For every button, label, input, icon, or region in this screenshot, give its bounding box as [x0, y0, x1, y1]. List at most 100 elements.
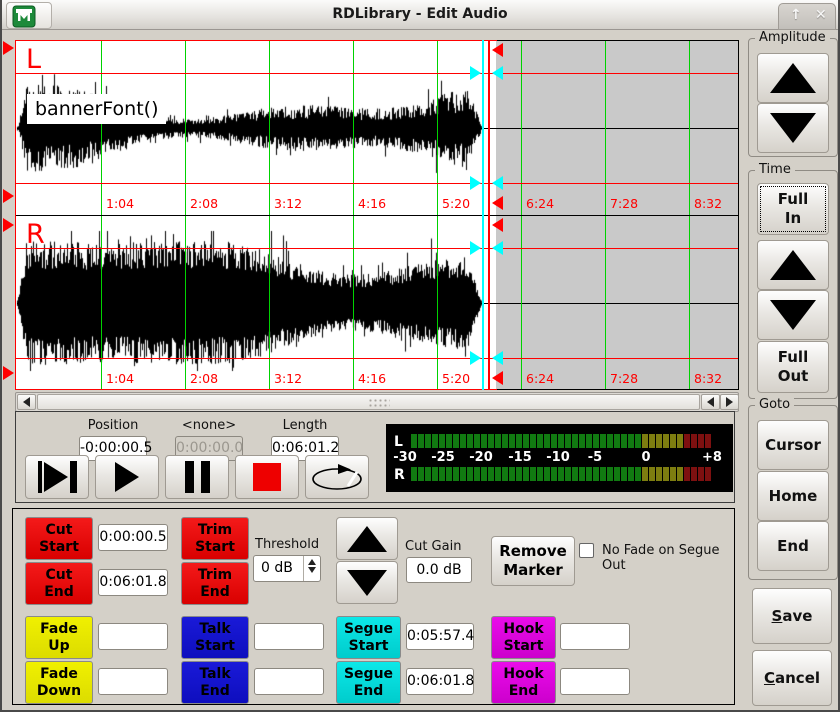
- vu-segment: [600, 434, 606, 448]
- vu-segment: [530, 467, 536, 481]
- vu-segment: [579, 434, 585, 448]
- segue-start-marker-line[interactable]: [482, 40, 484, 390]
- vu-segment: [453, 467, 459, 481]
- threshold-spinbox[interactable]: 0 dB: [253, 555, 321, 582]
- cut-end-marker-line[interactable]: [488, 40, 490, 390]
- goto-cursor-button[interactable]: Cursor: [757, 420, 829, 470]
- segue-end-marker-icon[interactable]: [492, 241, 503, 255]
- cut-end-marker-icon[interactable]: [492, 43, 503, 57]
- no-fade-checkbox[interactable]: [579, 543, 594, 558]
- remove-marker-button[interactable]: Remove Marker: [491, 536, 575, 586]
- hook-start-button[interactable]: Hook Start: [491, 616, 556, 659]
- vu-segment: [579, 467, 585, 481]
- cut-start-marker-icon[interactable]: [3, 41, 14, 55]
- vu-scale: -30-25-20-15-10-50+8: [386, 450, 733, 466]
- scrollbar-thumb[interactable]: [37, 394, 700, 410]
- vu-segment: [691, 434, 697, 448]
- fade-up-field[interactable]: [98, 623, 168, 650]
- stop-button[interactable]: [235, 455, 299, 499]
- cut-start-field[interactable]: 0:00:00.5: [98, 524, 168, 551]
- trim-end-button[interactable]: Trim End: [181, 562, 249, 605]
- cut-start-marker-icon[interactable]: [3, 189, 14, 203]
- hook-end-field[interactable]: [560, 668, 630, 695]
- time-zoom-out-button[interactable]: [757, 290, 829, 340]
- fade-down-button[interactable]: Fade Down: [25, 661, 93, 704]
- titlebar[interactable]: RDLibrary - Edit Audio ↑ ✕: [2, 0, 838, 30]
- shade-window-icon[interactable]: ↑: [790, 7, 802, 23]
- cut-end-marker-icon[interactable]: [492, 218, 503, 232]
- waveform-display[interactable]: L R bannerFont() 1:041:042:082:083:123:1…: [15, 40, 739, 390]
- trim-start-button[interactable]: Trim Start: [181, 517, 249, 560]
- cut-end-marker-icon[interactable]: [492, 371, 503, 385]
- cut-gain-field[interactable]: 0.0 dB: [406, 557, 472, 583]
- talk-end-field[interactable]: [254, 668, 324, 695]
- segue-end-field[interactable]: 0:06:01.8: [406, 668, 474, 695]
- vu-segment: [432, 467, 438, 481]
- vu-segment: [621, 434, 627, 448]
- segue-end-button[interactable]: Segue End: [336, 661, 401, 704]
- time-zoom-in-button[interactable]: [757, 240, 829, 290]
- amplitude-down-button[interactable]: [757, 103, 829, 153]
- talk-end-button[interactable]: Talk End: [181, 661, 249, 704]
- spin-down-icon: [308, 567, 316, 573]
- pause-button[interactable]: [165, 455, 229, 499]
- goto-end-button[interactable]: End: [757, 521, 829, 571]
- amplitude-group: Amplitude: [748, 38, 838, 157]
- vu-segment: [509, 434, 515, 448]
- scroll-right-button[interactable]: [720, 394, 739, 410]
- vu-segment: [705, 434, 711, 448]
- vu-segment: [607, 434, 613, 448]
- vu-segment: [530, 434, 536, 448]
- scroll-left-button-2[interactable]: [701, 394, 720, 410]
- vu-segment: [488, 467, 494, 481]
- hook-end-button[interactable]: Hook End: [491, 661, 556, 704]
- goto-home-button[interactable]: Home: [757, 471, 829, 521]
- threshold-spin-buttons[interactable]: [303, 556, 320, 581]
- full-out-button[interactable]: Full Out: [757, 341, 829, 393]
- vu-segment: [453, 434, 459, 448]
- segue-end-marker-icon[interactable]: [492, 351, 503, 365]
- pause-icon: [185, 461, 210, 493]
- cancel-button[interactable]: Cancel: [752, 650, 832, 706]
- cut-end-button[interactable]: Cut End: [25, 562, 93, 605]
- fade-up-button[interactable]: Fade Up: [25, 616, 93, 659]
- cut-end-marker-icon[interactable]: [492, 196, 503, 210]
- amplitude-up-button[interactable]: [757, 53, 829, 103]
- waveform-scrollbar[interactable]: [15, 392, 739, 412]
- vu-segment: [642, 434, 648, 448]
- border-line: [15, 389, 497, 390]
- time-tick-label: 4:16: [358, 196, 386, 211]
- gain-up-button[interactable]: [336, 517, 398, 560]
- scroll-left-button[interactable]: [17, 394, 36, 410]
- no-fade-label: No Fade on Segue Out: [602, 543, 734, 573]
- vu-segment: [523, 434, 529, 448]
- cut-start-marker-icon[interactable]: [3, 218, 14, 232]
- goto-group: Goto Cursor Home End: [748, 405, 838, 580]
- segue-end-marker-icon[interactable]: [492, 176, 503, 190]
- play-button[interactable]: [95, 455, 159, 499]
- vu-segment: [698, 467, 704, 481]
- full-in-button[interactable]: Full In: [757, 183, 829, 235]
- fade-down-field[interactable]: [98, 668, 168, 695]
- time-tick-label: 5:20: [442, 196, 470, 211]
- cut-end-field[interactable]: 0:06:01.8: [98, 569, 168, 596]
- talk-start-button[interactable]: Talk Start: [181, 616, 249, 659]
- segue-start-marker-icon[interactable]: [470, 351, 481, 365]
- segue-start-marker-icon[interactable]: [470, 176, 481, 190]
- time-group: Time Full In Full Out: [748, 170, 838, 399]
- segue-start-marker-icon[interactable]: [470, 66, 481, 80]
- hook-start-field[interactable]: [560, 623, 630, 650]
- vu-segment: [635, 434, 641, 448]
- segue-start-button[interactable]: Segue Start: [336, 616, 401, 659]
- talk-start-field[interactable]: [254, 623, 324, 650]
- cut-start-button[interactable]: Cut Start: [25, 517, 93, 560]
- play-from-start-button[interactable]: [25, 455, 89, 499]
- segue-end-marker-icon[interactable]: [492, 66, 503, 80]
- segue-start-marker-icon[interactable]: [470, 241, 481, 255]
- save-button[interactable]: Save: [752, 588, 832, 644]
- gain-down-button[interactable]: [336, 561, 398, 604]
- loop-button[interactable]: [305, 455, 369, 499]
- close-window-icon[interactable]: ✕: [815, 7, 827, 23]
- segue-start-field[interactable]: 0:05:57.4: [406, 623, 474, 650]
- cut-start-marker-icon[interactable]: [3, 366, 14, 380]
